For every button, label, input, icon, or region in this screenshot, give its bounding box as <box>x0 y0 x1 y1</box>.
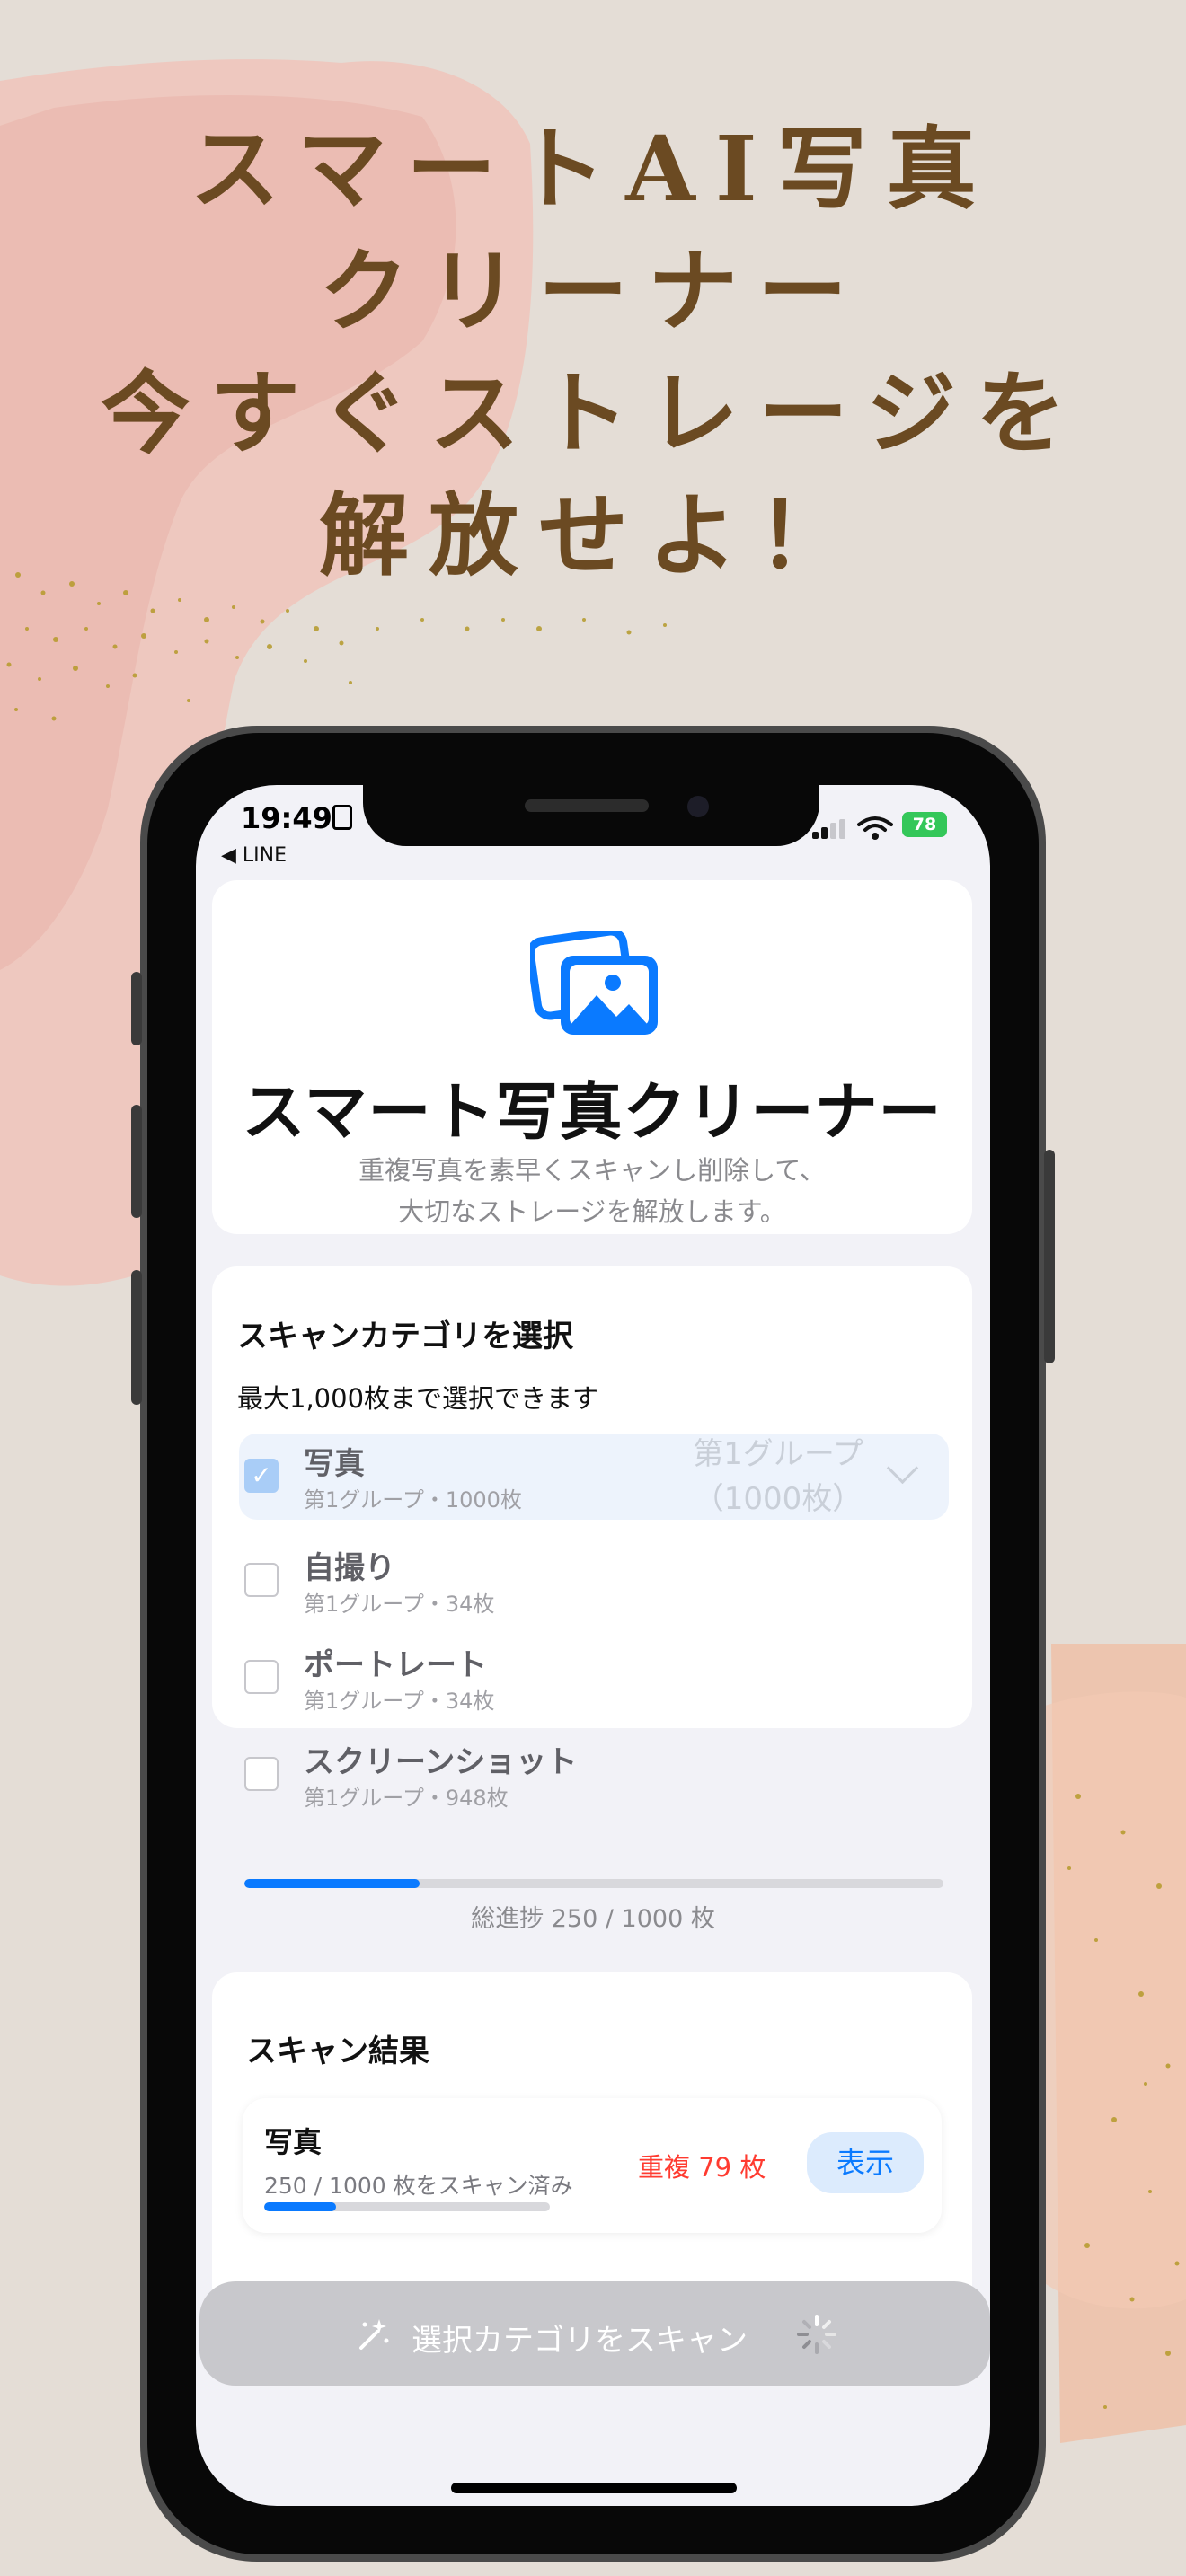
scan-button-label: 選択カテゴリをスキャン <box>412 2323 748 2359</box>
group-picker[interactable]: 第1グループ （1000枚） <box>688 1432 868 1522</box>
checkbox-unchecked[interactable] <box>244 1563 279 1597</box>
overall-progress-bar <box>244 1879 943 1888</box>
app-subtitle: 重複写真を素早くスキャンし削除して、 大切なストレージを解放します。 <box>212 1150 972 1232</box>
headline-line-4: 解放せよ！ <box>319 482 867 588</box>
overall-progress-label: 総進捗 250 / 1000 枚 <box>471 1905 715 1933</box>
subtitle-line-2: 大切なストレージを解放します。 <box>398 1196 786 1227</box>
category-section-title: スキャンカテゴリを選択 <box>237 1319 573 1354</box>
cellular-signal-icon <box>812 819 845 839</box>
speaker-grille <box>525 799 649 812</box>
headline-line-1: スマートAI写真 <box>190 116 996 222</box>
status-time: 19:49 <box>241 801 332 835</box>
result-item-progress-text: 250 / 1000 枚をスキャン済み <box>264 2173 573 2199</box>
headline: スマートAI写真 クリーナー 今すぐストレージを 解放せよ！ <box>0 108 1186 596</box>
headline-line-3: 今すぐストレージを <box>101 360 1085 466</box>
category-row-screenshots[interactable]: スクリーンショット 第1グループ・948枚 <box>239 1732 949 1818</box>
selection-limit-text: 最大1,000枚まで選択できます <box>237 1383 599 1414</box>
result-item-name: 写真 <box>264 2125 323 2159</box>
show-results-button[interactable]: 表示 <box>807 2132 924 2193</box>
group-picker-line-2: （1000枚） <box>693 1481 863 1517</box>
back-to-line-link[interactable]: ◀ LINE <box>221 844 287 867</box>
subtitle-line-1: 重複写真を素早くスキャンし削除して、 <box>358 1155 826 1186</box>
contact-card-icon <box>332 805 352 830</box>
headline-line-2: クリーナー <box>319 238 867 344</box>
battery-indicator: 78 <box>902 812 947 837</box>
category-detail: 第1グループ・34枚 <box>304 1592 495 1617</box>
category-detail: 第1グループ・948枚 <box>304 1786 509 1811</box>
magic-wand-icon <box>359 2319 389 2350</box>
phone-notch <box>363 778 819 846</box>
result-item-photos: 写真 250 / 1000 枚をスキャン済み 重複 79 枚 表示 <box>243 2098 942 2233</box>
power-button <box>1044 1150 1055 1363</box>
phone-screen: 19:49 ◀ LINE 78 スマート写真クリーナー 重複写真を素早くスキャン… <box>196 785 990 2506</box>
category-name: 写真 <box>304 1446 365 1482</box>
category-row-photos[interactable]: ✓ 写真 第1グループ・1000枚 第1グループ （1000枚） <box>239 1434 949 1520</box>
category-row-selfies[interactable]: 自撮り 第1グループ・34枚 <box>239 1538 949 1624</box>
checkbox-unchecked[interactable] <box>244 1660 279 1694</box>
volume-down-button <box>131 1270 142 1405</box>
app-title: スマート写真クリーナー <box>242 1075 943 1149</box>
overall-progress-fill <box>244 1879 420 1888</box>
volume-up-button <box>131 1105 142 1218</box>
result-item-progress-fill <box>264 2202 336 2211</box>
category-name: 自撮り <box>304 1550 395 1586</box>
category-name: ポートレート <box>304 1647 487 1683</box>
checkbox-checked[interactable]: ✓ <box>244 1459 279 1493</box>
home-indicator <box>451 2483 737 2493</box>
mute-switch <box>131 972 142 1045</box>
duplicate-count: 重複 79 枚 <box>638 2152 766 2183</box>
photo-stack-icon <box>530 931 658 1035</box>
category-row-portraits[interactable]: ポートレート 第1グループ・34枚 <box>239 1635 949 1721</box>
category-card: スキャンカテゴリを選択 最大1,000枚まで選択できます ✓ 写真 第1グループ… <box>212 1266 972 1811</box>
result-item-progress-bar <box>264 2202 550 2211</box>
chevron-down-icon[interactable] <box>886 1451 919 1485</box>
category-detail: 第1グループ・1000枚 <box>304 1487 522 1513</box>
app-header-card: スマート写真クリーナー 重複写真を素早くスキャンし削除して、 大切なストレージを… <box>212 880 972 1234</box>
loading-spinner-icon <box>797 2315 836 2354</box>
category-detail: 第1グループ・34枚 <box>304 1689 495 1714</box>
scan-selected-button[interactable]: 選択カテゴリをスキャン <box>199 2281 990 2386</box>
results-section-title: スキャン結果 <box>246 2033 429 2069</box>
checkbox-unchecked[interactable] <box>244 1757 279 1791</box>
group-picker-line-1: 第1グループ <box>693 1436 863 1472</box>
category-name: スクリーンショット <box>304 1744 578 1780</box>
front-camera <box>687 796 709 817</box>
wifi-icon <box>857 816 893 840</box>
